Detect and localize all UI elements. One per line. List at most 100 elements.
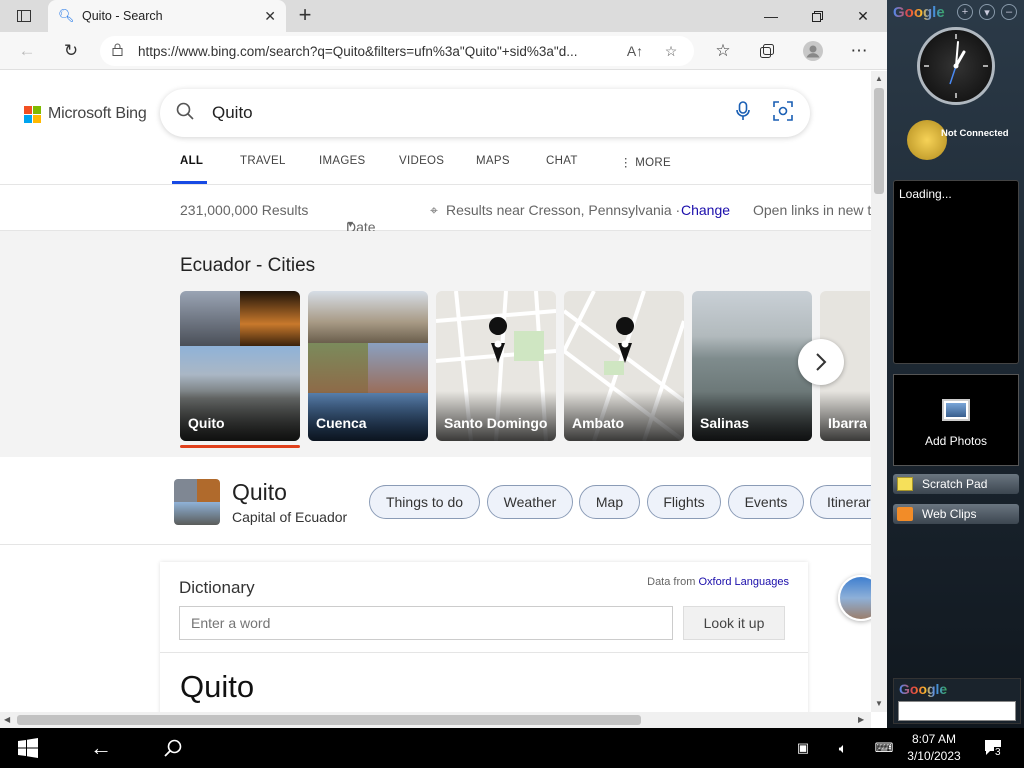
google-logo[interactable]: Google	[893, 4, 945, 21]
google-search-logo-text: Google	[899, 681, 948, 697]
restore-icon	[811, 10, 823, 22]
url-text[interactable]: https://www.bing.com/search?q=Quito&filt…	[138, 44, 610, 59]
scope-all[interactable]: ALL	[180, 155, 203, 167]
new-tab-button[interactable]: +	[292, 4, 318, 28]
minimize-sidebar-icon[interactable]: –	[1001, 4, 1017, 20]
scope-chat[interactable]: CHAT	[546, 155, 578, 167]
scroll-down-icon[interactable]: ▼	[875, 699, 883, 708]
close-window-button[interactable]: ✕	[840, 0, 886, 32]
taskbar-search-button[interactable]	[156, 728, 190, 768]
results-filter-bar: 231,000,000 Results Date ▼ ⌖ Results nea…	[0, 185, 871, 235]
settings-more-icon[interactable]: ⋯	[844, 37, 874, 65]
entity-subtitle: Capital of Ecuador	[232, 509, 348, 525]
floating-image-button[interactable]	[838, 575, 871, 621]
pill-events[interactable]: Events	[728, 485, 804, 519]
vertical-scroll-thumb[interactable]	[874, 88, 884, 194]
microphone-icon[interactable]	[732, 100, 754, 126]
tab-quito-search[interactable]: 🔍︎ Quito - Search ✕	[48, 0, 286, 32]
city-card-label: Santo Domingo	[444, 415, 548, 431]
vertical-scrollbar[interactable]: ▲ ▼	[871, 71, 887, 712]
scroll-up-icon[interactable]: ▲	[875, 74, 883, 83]
quito-thumbnail[interactable]	[174, 479, 220, 525]
search-box[interactable]: Quito	[160, 89, 810, 137]
city-card-cuenca[interactable]: Cuenca	[308, 291, 428, 441]
google-search-gadget: Google	[893, 678, 1021, 724]
scope-more[interactable]: ⋮ MORE	[620, 155, 671, 169]
dictionary-card: Dictionary Data from Oxford Languages Lo…	[160, 562, 808, 712]
scratch-pad-icon	[897, 477, 913, 491]
refresh-button[interactable]: ↻	[56, 37, 86, 65]
tab-actions-icon	[17, 10, 31, 22]
volume-icon[interactable]: 🔈︎	[832, 728, 854, 768]
dictionary-title: Dictionary	[179, 578, 255, 597]
city-card-label: Cuenca	[316, 415, 367, 431]
restore-button[interactable]	[794, 0, 840, 32]
add-gadget-icon[interactable]: +	[957, 4, 973, 20]
tab-title: Quito - Search	[82, 9, 163, 23]
search-favicon-icon: 🔍︎	[58, 8, 75, 23]
analog-clock-icon	[924, 34, 988, 98]
collections-icon[interactable]	[752, 37, 782, 65]
carousel-next-button[interactable]	[798, 339, 844, 385]
selected-card-indicator	[180, 445, 300, 448]
search-input[interactable]: Quito	[212, 103, 714, 123]
city-card-quito[interactable]: Quito	[180, 291, 300, 441]
start-button[interactable]	[8, 728, 48, 768]
loading-text: Loading...	[899, 187, 952, 201]
city-card-salinas[interactable]: Salinas	[692, 291, 812, 441]
add-photos-gadget[interactable]: Add Photos	[893, 374, 1019, 466]
read-aloud-icon[interactable]: A↑	[624, 43, 646, 59]
dictionary-word: Quito	[180, 669, 255, 704]
keyboard-icon[interactable]: ⌨︎	[872, 728, 896, 768]
close-tab-icon[interactable]: ✕	[264, 8, 276, 25]
scope-maps[interactable]: MAPS	[476, 155, 510, 167]
pill-itinerary[interactable]: Itinerar	[810, 485, 871, 519]
minimize-button[interactable]: —	[748, 0, 794, 32]
taskbar-date: 3/10/2023	[907, 749, 961, 763]
open-links-toggle[interactable]: Open links in new t	[753, 202, 871, 218]
city-card-santo-domingo[interactable]: Santo Domingo	[436, 291, 556, 441]
profile-avatar[interactable]	[798, 37, 828, 65]
back-button[interactable]: ←	[12, 37, 42, 65]
network-icon[interactable]: ▣	[792, 728, 814, 768]
web-clips-gadget[interactable]: Web Clips	[893, 504, 1019, 524]
google-search-input[interactable]	[898, 701, 1016, 721]
dictionary-divider	[160, 652, 808, 653]
loading-gadget: Loading...	[893, 180, 1019, 364]
visual-search-icon[interactable]	[772, 100, 794, 126]
add-favorite-icon[interactable]: ☆	[660, 43, 682, 60]
dictionary-word-input[interactable]	[179, 606, 673, 640]
windows-logo-icon	[18, 738, 38, 758]
scope-videos[interactable]: VIDEOS	[399, 155, 444, 167]
oxford-languages-link[interactable]: Oxford Languages	[698, 576, 789, 588]
pill-things-to-do[interactable]: Things to do	[369, 485, 480, 519]
pill-map[interactable]: Map	[579, 485, 640, 519]
pill-weather[interactable]: Weather	[487, 485, 573, 519]
bing-results-page: Microsoft Bing Quito ALL TRAVEL IMAGES V…	[0, 71, 871, 712]
taskbar: ← ▣ 🔈︎ ⌨︎ 8:07 AM 3/10/2023 3	[0, 728, 1024, 768]
scope-travel[interactable]: TRAVEL	[240, 155, 286, 167]
look-it-up-button[interactable]: Look it up	[683, 606, 785, 640]
pill-flights[interactable]: Flights	[647, 485, 721, 519]
scope-images[interactable]: IMAGES	[319, 155, 366, 167]
city-card-ambato[interactable]: Ambato	[564, 291, 684, 441]
horizontal-scrollbar[interactable]: ◀ ▶	[0, 712, 871, 728]
browser-window: 🔍︎ Quito - Search ✕ + — ✕ ← ↻ https://ww…	[0, 0, 887, 728]
sidebar-menu-icon[interactable]: ▾	[979, 4, 995, 20]
search-icon[interactable]	[176, 102, 198, 125]
address-bar[interactable]: https://www.bing.com/search?q=Quito&filt…	[100, 36, 694, 66]
bing-logo[interactable]: Microsoft Bing	[24, 105, 147, 123]
clock-gadget[interactable]	[917, 27, 995, 105]
favorites-icon[interactable]: ☆	[708, 37, 738, 65]
tab-actions-button[interactable]	[10, 6, 38, 26]
photo-icon	[942, 399, 970, 421]
scratch-pad-gadget[interactable]: Scratch Pad	[893, 474, 1019, 494]
change-location-link[interactable]: Change	[681, 202, 730, 218]
taskbar-back-button[interactable]: ←	[84, 728, 118, 768]
web-clips-label: Web Clips	[922, 507, 977, 521]
action-center-button[interactable]: 3	[980, 728, 1010, 768]
clock-display[interactable]: 8:07 AM 3/10/2023	[902, 731, 966, 765]
scroll-right-icon[interactable]: ▶	[858, 715, 864, 724]
scroll-left-icon[interactable]: ◀	[4, 715, 10, 724]
horizontal-scroll-thumb[interactable]	[17, 715, 641, 725]
